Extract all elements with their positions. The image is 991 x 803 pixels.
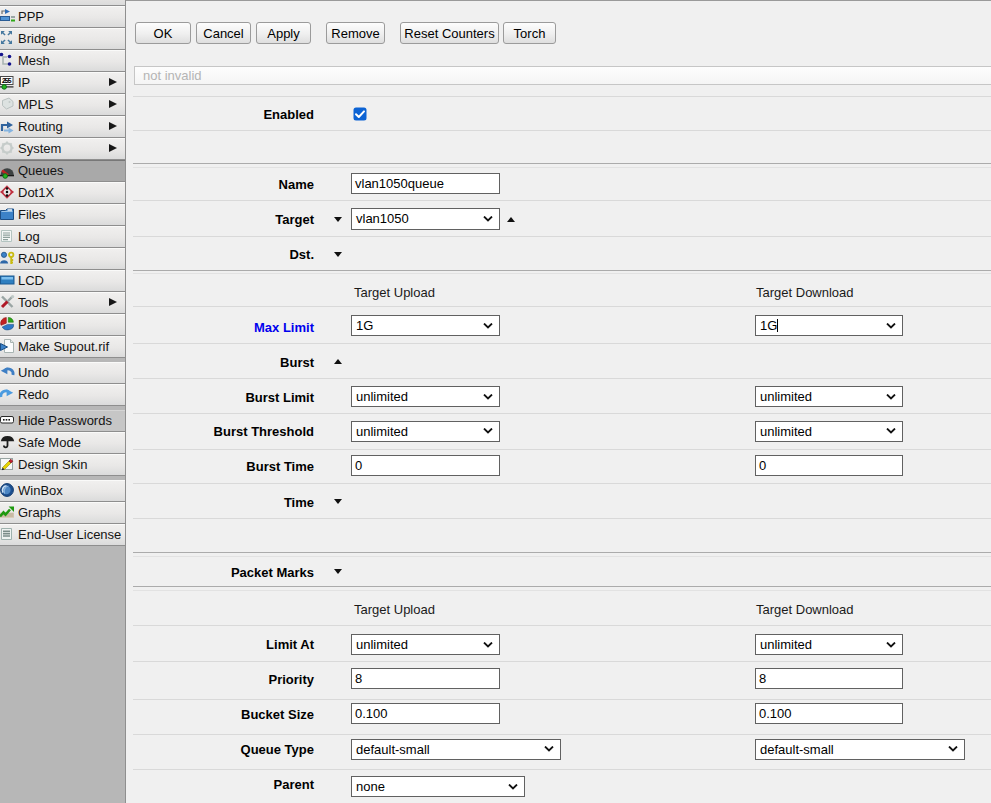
svg-text:255: 255: [2, 77, 12, 85]
